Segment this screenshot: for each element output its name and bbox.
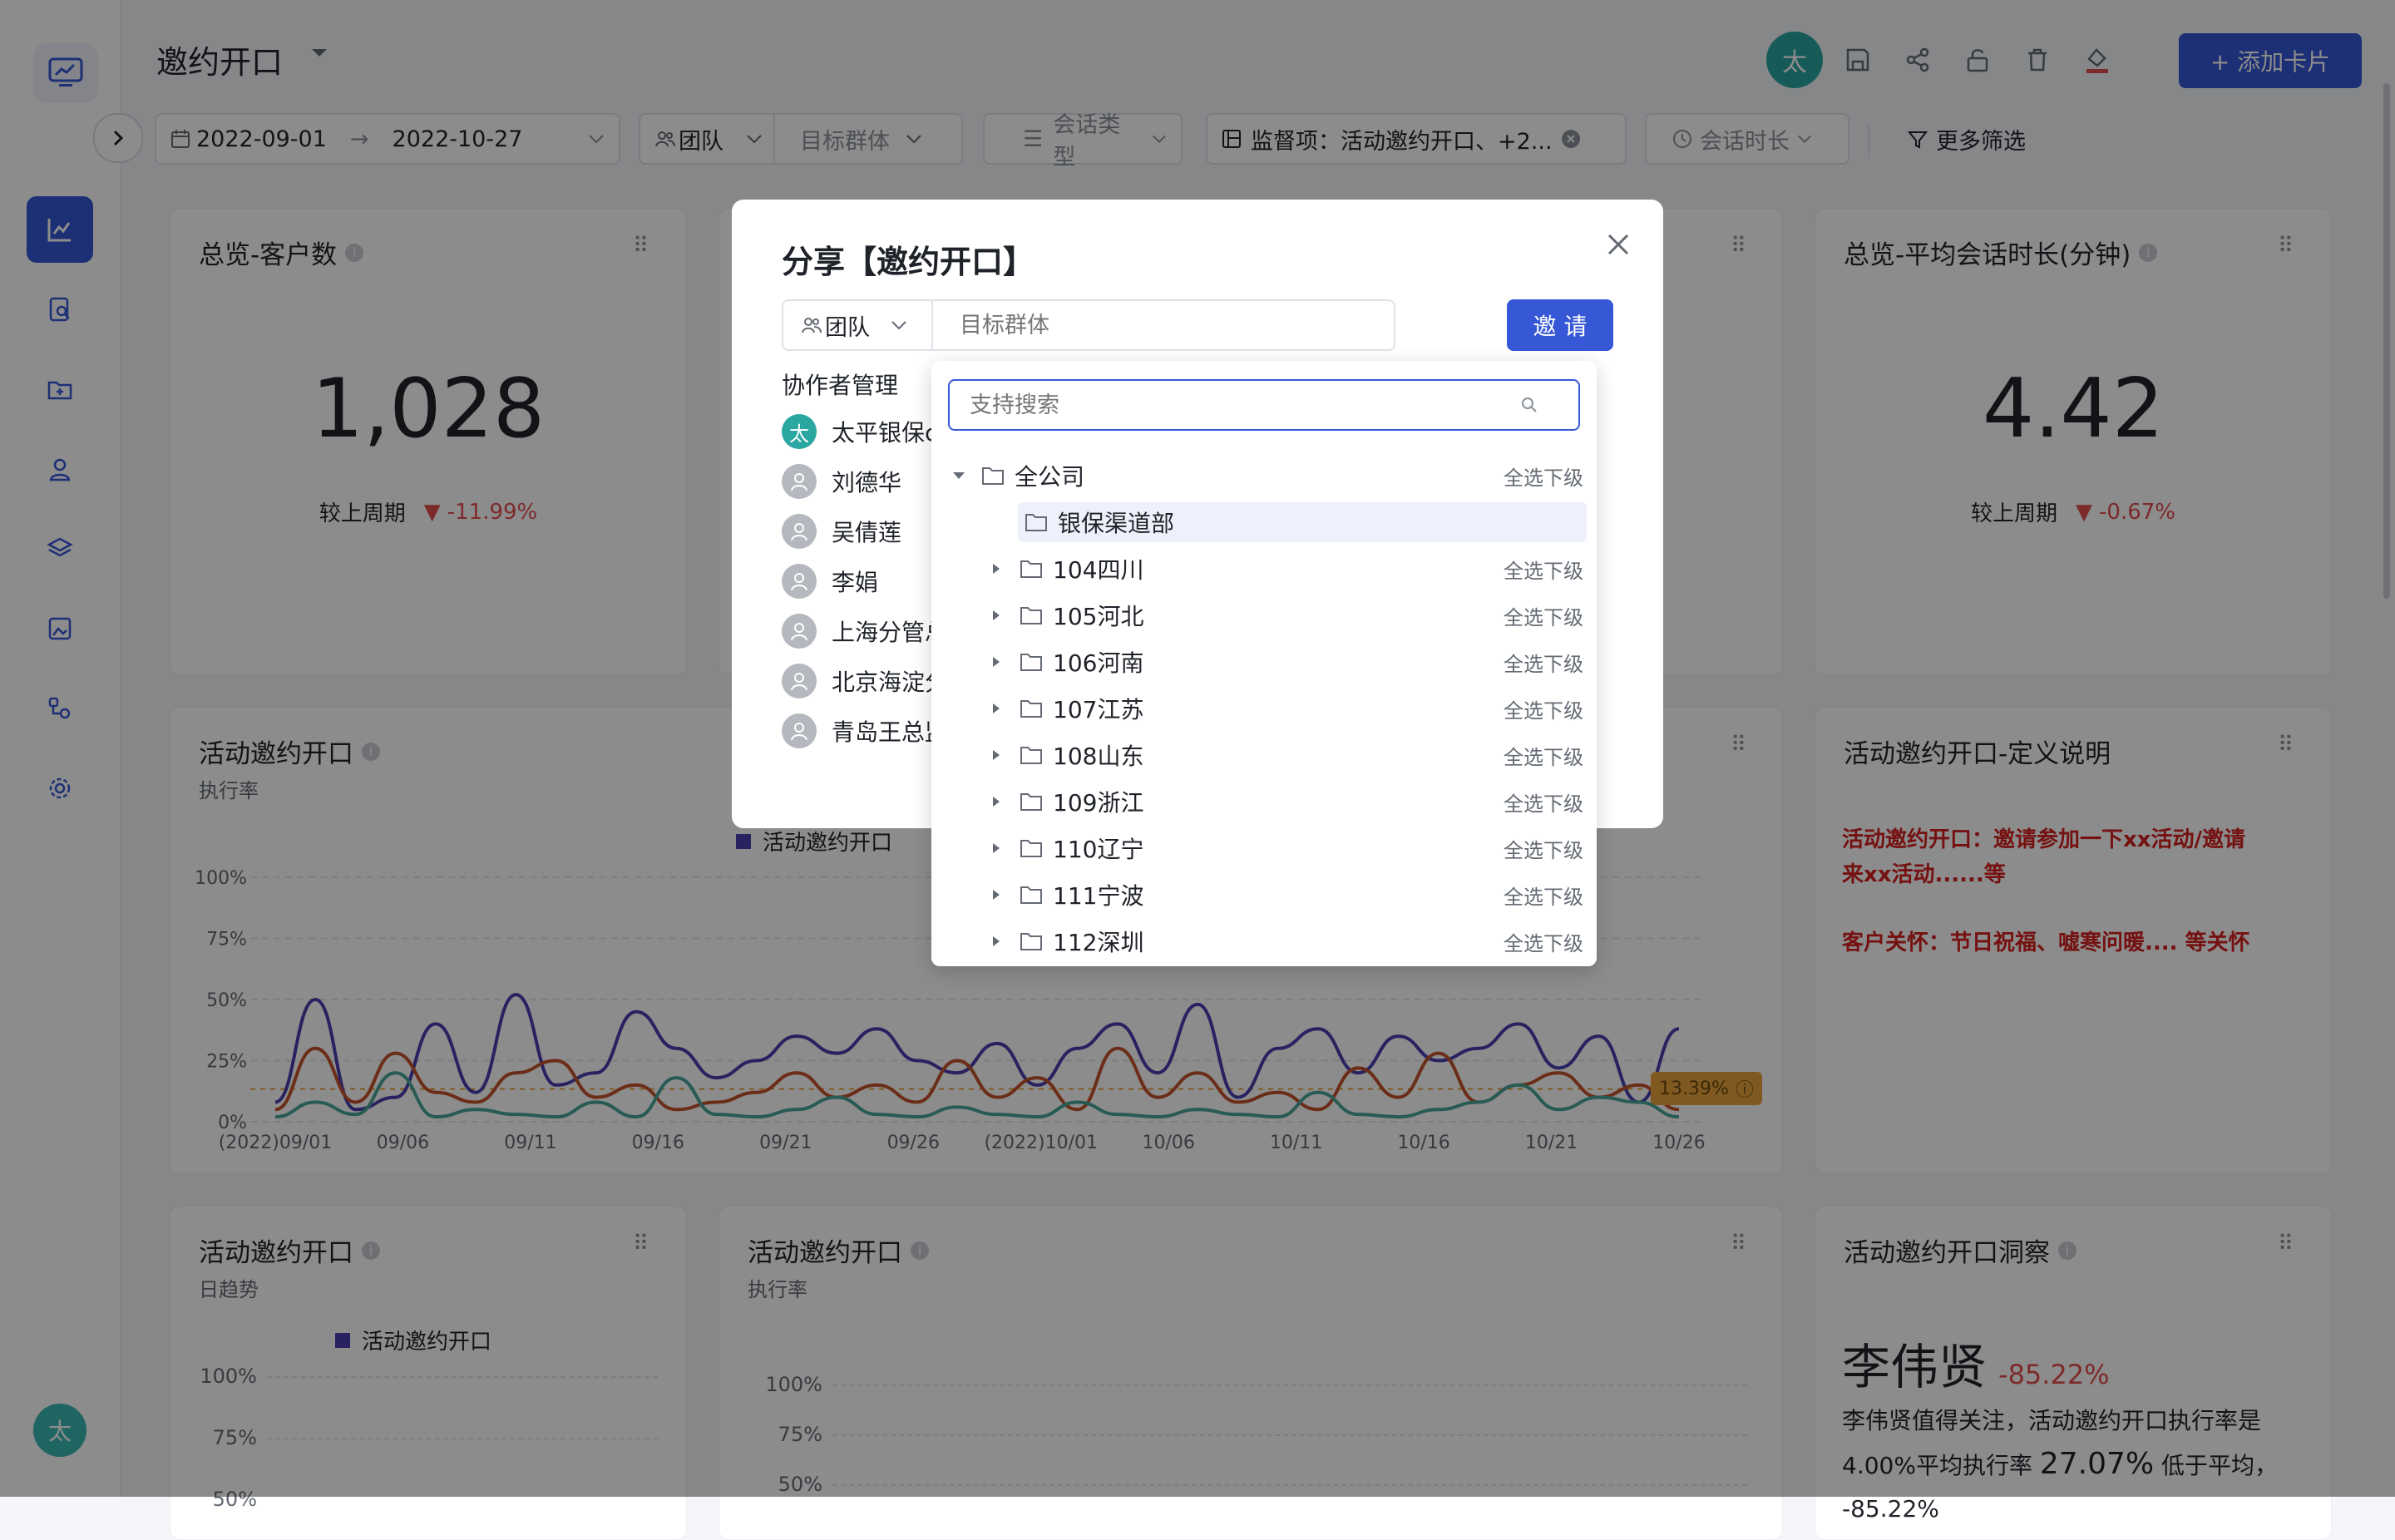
tree-node-label: 107江苏 [1053,696,1144,723]
folder-icon [1020,560,1042,578]
caret-right-icon[interactable] [991,795,1001,808]
tree-search-box[interactable] [948,379,1580,431]
caret-right-icon[interactable] [991,655,1001,669]
select-all-link[interactable]: 全选下级 [1504,741,1583,770]
tree-node-label: 106河南 [1053,649,1144,677]
tree-node[interactable]: 108山东 全选下级 [931,732,1597,778]
collaborator-name: 吴倩莲 [832,519,902,546]
folder-icon [1020,886,1042,904]
select-all-link[interactable]: 全选下级 [1504,601,1583,630]
tree-node[interactable]: 105河北 全选下级 [931,592,1597,639]
select-all-link[interactable]: 全选下级 [1504,927,1583,956]
collaborator-name: 青岛王总监 [832,718,949,746]
caret-right-icon[interactable] [991,702,1001,715]
tree-search-input[interactable] [968,391,1520,419]
tree-node-label: 109浙江 [1053,789,1144,817]
folder-icon [1020,700,1042,718]
folder-icon [1020,607,1042,624]
caret-down-icon[interactable] [951,470,966,481]
person-icon [782,464,817,499]
person-icon [782,664,817,698]
person-icon [782,564,817,599]
collaborator-item[interactable]: 吴倩莲 [782,514,901,549]
select-all-link[interactable]: 全选下级 [1504,555,1583,584]
person-icon [782,514,817,549]
folder-icon [982,467,1004,485]
collaborator-item[interactable]: 北京海淀分 [782,664,948,698]
folder-icon [1020,793,1042,811]
collaborator-item[interactable]: 青岛王总监 [782,713,948,748]
caret-right-icon[interactable] [991,609,1001,622]
person-icon [782,713,817,748]
tree-node-label: 111宁波 [1053,882,1144,910]
folder-icon [1020,933,1042,950]
folder-icon [1025,514,1047,531]
collaborator-item[interactable]: 李娟 [782,564,878,599]
tree-node[interactable]: 111宁波 全选下级 [931,871,1597,918]
close-button[interactable] [1605,231,1632,261]
caret-right-icon[interactable] [991,888,1001,901]
collaborator-name: 李娟 [832,569,879,596]
target-group-input[interactable] [958,311,1377,339]
select-all-link[interactable]: 全选下级 [1504,834,1583,863]
select-all-link[interactable]: 全选下级 [1504,694,1583,723]
dropdown-scrollbar[interactable] [1585,361,1593,966]
tree-node-root[interactable]: 全公司 全选下级 [931,452,1597,499]
tree-node[interactable]: 106河南 全选下级 [931,639,1597,685]
search-icon [1522,397,1537,412]
collaborator-item[interactable]: 刘德华 [782,464,901,499]
collaborator-avatar: 太 [782,414,817,449]
caret-right-icon[interactable] [991,935,1001,948]
tree-node[interactable]: 银保渠道部 [931,499,1597,545]
caret-right-icon[interactable] [991,842,1001,855]
caret-right-icon[interactable] [991,562,1001,575]
tree-node-label: 全公司 [1015,463,1085,491]
tree-node[interactable]: 104四川 全选下级 [931,545,1597,592]
close-icon [1607,234,1629,255]
dialog-title: 分享【邀约开口】 [782,244,1035,280]
tree-node-label: 108山东 [1053,743,1144,770]
team-icon [802,318,822,333]
tree-node[interactable]: 112深圳 全选下级 [931,918,1597,965]
tree-node[interactable]: 107江苏 全选下级 [931,685,1597,732]
select-all-link[interactable]: 全选下级 [1504,787,1583,817]
tree-node-label: 105河北 [1053,603,1144,630]
collaborator-item[interactable]: 太太平银保c [782,414,937,449]
select-all-link[interactable]: 全选下级 [1504,881,1583,910]
team-tree-dropdown: 全公司 全选下级 银保渠道部104四川全选下级105河北全选下级106河南全选下… [931,361,1597,966]
collaborator-name: 上海分管总 [832,619,949,646]
folder-icon [1020,654,1042,671]
select-all-link[interactable]: 全选下级 [1504,648,1583,677]
folder-icon [1020,747,1042,764]
select-all-link[interactable]: 全选下级 [1504,462,1583,491]
caret-right-icon[interactable] [991,748,1001,762]
team-select-label: 团队 [825,314,870,341]
tree-node[interactable]: 109浙江 全选下级 [931,778,1597,825]
folder-icon [1020,840,1042,857]
share-target-input-group: 团队 [782,299,1395,351]
person-icon [782,614,817,649]
collaborator-name: 北京海淀分 [832,669,949,696]
team-select[interactable]: 团队 [783,301,933,349]
tree-node[interactable]: 110辽宁 全选下级 [931,825,1597,871]
chevron-down-icon [891,321,906,330]
collaborators-header: 协作者管理 [782,372,899,399]
tree-node-label: 银保渠道部 [1058,510,1175,537]
invite-button[interactable]: 邀 请 [1507,299,1613,351]
collaborator-name: 太平银保c [832,419,938,447]
collaborator-item[interactable]: 上海分管总 [782,614,948,649]
tree-node-label: 110辽宁 [1053,836,1144,863]
collaborator-name: 刘德华 [832,469,902,496]
tree-node-label: 104四川 [1053,556,1144,584]
tree-node-label: 112深圳 [1053,929,1144,956]
